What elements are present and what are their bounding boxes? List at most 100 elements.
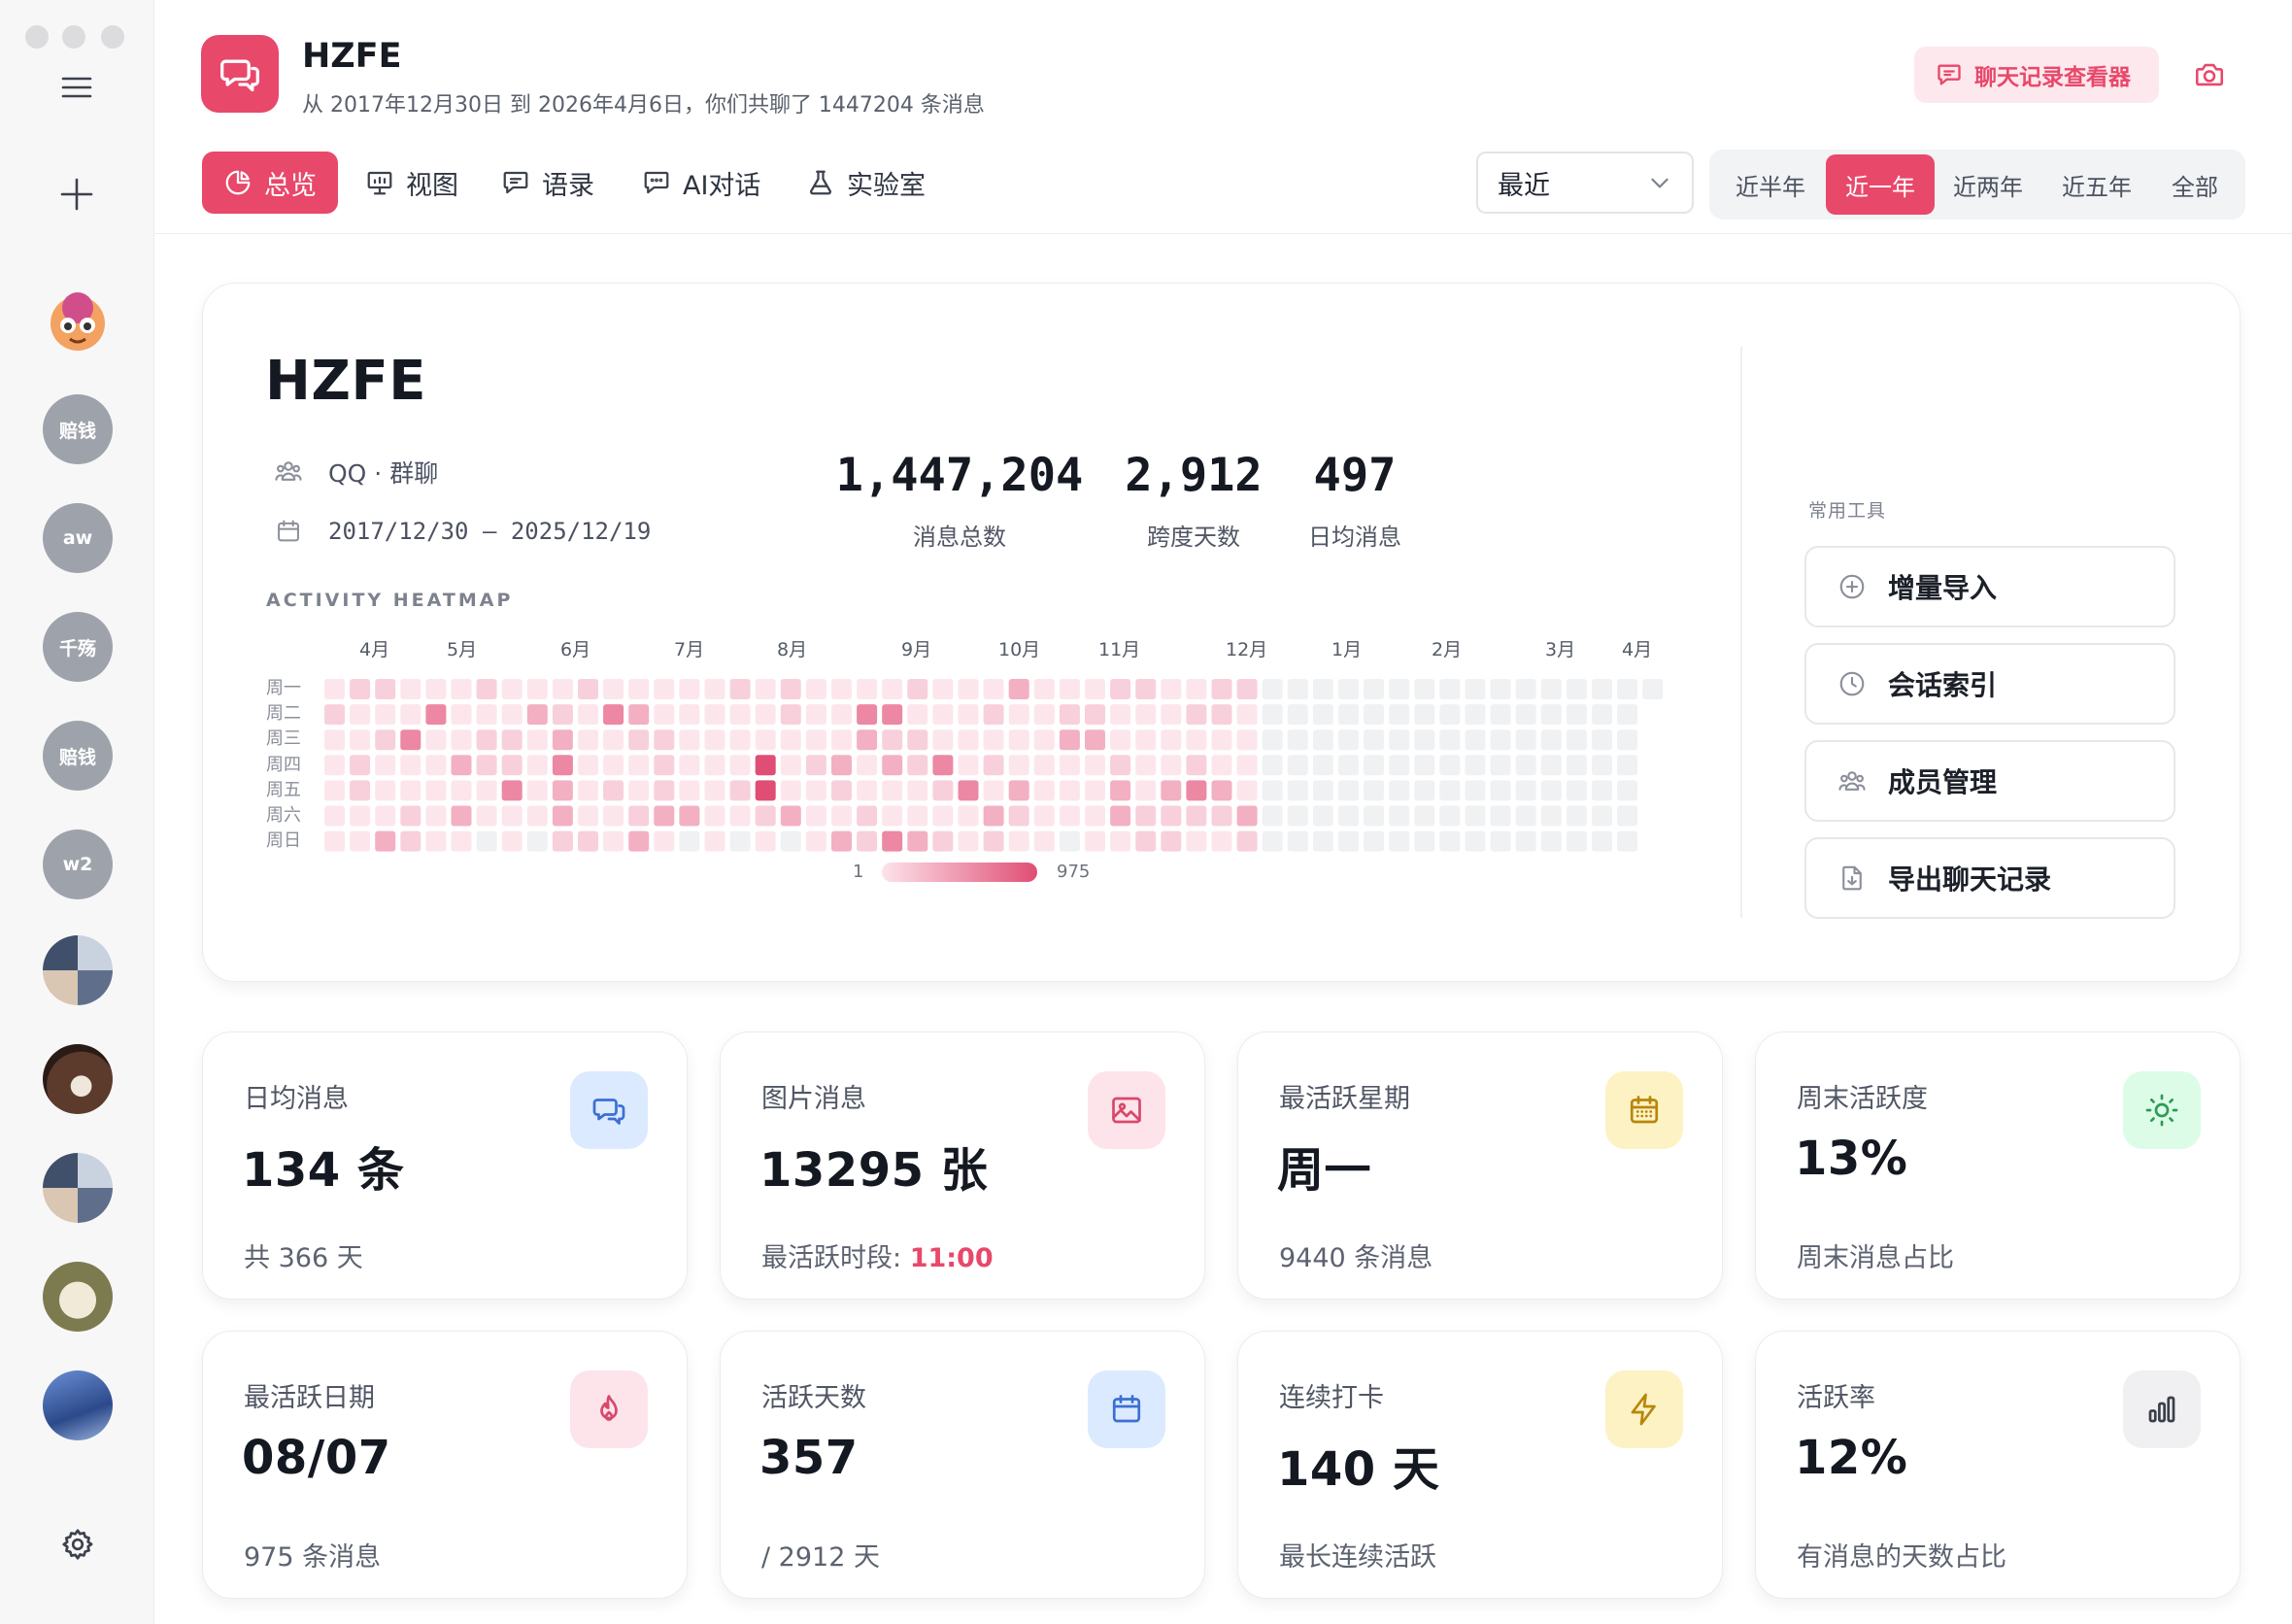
heatmap-cell[interactable] <box>526 830 548 852</box>
heatmap-cell[interactable] <box>526 805 548 827</box>
heatmap-cell[interactable] <box>603 755 624 776</box>
heatmap-cell[interactable] <box>932 679 954 699</box>
heatmap-cell[interactable] <box>983 704 1004 726</box>
heatmap-cell[interactable] <box>1287 755 1308 776</box>
heatmap-cell[interactable] <box>1338 830 1359 852</box>
hamburger-menu-icon[interactable] <box>60 74 93 101</box>
heatmap-cell[interactable] <box>1490 780 1511 801</box>
heatmap-cell[interactable] <box>552 704 573 726</box>
heatmap-cell[interactable] <box>1338 704 1359 726</box>
heatmap-cell[interactable] <box>882 830 903 852</box>
heatmap-cell[interactable] <box>1059 830 1080 852</box>
heatmap-cell[interactable] <box>831 729 852 751</box>
heatmap-cell[interactable] <box>476 729 497 751</box>
heatmap-cell[interactable] <box>704 830 725 852</box>
heatmap-cell[interactable] <box>1262 679 1283 699</box>
heatmap-cell[interactable] <box>1490 830 1511 852</box>
heatmap-cell[interactable] <box>1211 755 1232 776</box>
heatmap-cell[interactable] <box>603 679 624 699</box>
heatmap-cell[interactable] <box>729 704 751 726</box>
heatmap-cell[interactable] <box>679 830 700 852</box>
heatmap-cell[interactable] <box>1414 729 1435 751</box>
heatmap-cell[interactable] <box>1642 679 1664 699</box>
heatmap-cell[interactable] <box>425 780 447 801</box>
heatmap-cell[interactable] <box>501 704 522 726</box>
heatmap-cell[interactable] <box>1312 729 1333 751</box>
heatmap-cell[interactable] <box>755 755 776 776</box>
heatmap-cell[interactable] <box>1566 755 1587 776</box>
heatmap-cell[interactable] <box>1515 679 1536 699</box>
heatmap-cell[interactable] <box>1211 805 1232 827</box>
heatmap-cell[interactable] <box>1236 780 1258 801</box>
heatmap-cell[interactable] <box>932 704 954 726</box>
heatmap-cell[interactable] <box>654 830 675 852</box>
heatmap-cell[interactable] <box>882 805 903 827</box>
heatmap-cell[interactable] <box>350 830 371 852</box>
heatmap-cell[interactable] <box>654 704 675 726</box>
range-segment[interactable]: 近五年 <box>2043 154 2150 215</box>
heatmap-cell[interactable] <box>375 679 396 699</box>
heatmap-cell[interactable] <box>805 780 826 801</box>
heatmap-cell[interactable] <box>704 780 725 801</box>
heatmap-cell[interactable] <box>1110 805 1131 827</box>
heatmap-cell[interactable] <box>1008 780 1029 801</box>
heatmap-cell[interactable] <box>1110 704 1131 726</box>
heatmap-cell[interactable] <box>501 780 522 801</box>
heatmap-cell[interactable] <box>1287 780 1308 801</box>
heatmap-cell[interactable] <box>324 780 345 801</box>
heatmap-cell[interactable] <box>679 780 700 801</box>
heatmap-cell[interactable] <box>1186 704 1207 726</box>
tab-5[interactable]: 实验室 <box>785 152 947 214</box>
heatmap-cell[interactable] <box>983 780 1004 801</box>
heatmap-cell[interactable] <box>552 805 573 827</box>
heatmap-cell[interactable] <box>1186 679 1207 699</box>
heatmap-cell[interactable] <box>578 805 598 827</box>
heatmap-cell[interactable] <box>1389 755 1410 776</box>
heatmap-cell[interactable] <box>654 729 675 751</box>
heatmap-cell[interactable] <box>1439 830 1461 852</box>
heatmap-cell[interactable] <box>1439 704 1461 726</box>
heatmap-cell[interactable] <box>654 679 675 699</box>
heatmap-cell[interactable] <box>425 729 447 751</box>
heatmap-cell[interactable] <box>1008 704 1029 726</box>
heatmap-cell[interactable] <box>578 755 598 776</box>
heatmap-cell[interactable] <box>1439 729 1461 751</box>
heatmap-cell[interactable] <box>1135 830 1157 852</box>
heatmap-cell[interactable] <box>375 729 396 751</box>
heatmap-cell[interactable] <box>679 679 700 699</box>
heatmap-cell[interactable] <box>1540 679 1562 699</box>
heatmap-cell[interactable] <box>1364 755 1385 776</box>
heatmap-cell[interactable] <box>1033 780 1055 801</box>
heatmap-cell[interactable] <box>1414 830 1435 852</box>
heatmap-cell[interactable] <box>578 830 598 852</box>
heatmap-cell[interactable] <box>1059 704 1080 726</box>
heatmap-cell[interactable] <box>932 780 954 801</box>
heatmap-cell[interactable] <box>1490 704 1511 726</box>
heatmap-cell[interactable] <box>907 704 928 726</box>
heatmap-cell[interactable] <box>679 704 700 726</box>
heatmap-cell[interactable] <box>1161 780 1182 801</box>
heatmap-cell[interactable] <box>1540 755 1562 776</box>
heatmap-cell[interactable] <box>603 704 624 726</box>
heatmap-cell[interactable] <box>679 729 700 751</box>
heatmap-cell[interactable] <box>1211 704 1232 726</box>
heatmap-cell[interactable] <box>1135 729 1157 751</box>
heatmap-cell[interactable] <box>958 729 979 751</box>
heatmap-cell[interactable] <box>400 729 421 751</box>
gear-icon[interactable] <box>60 1527 95 1562</box>
heatmap-cell[interactable] <box>729 755 751 776</box>
window-close-button[interactable] <box>25 25 49 49</box>
heatmap-cell[interactable] <box>350 704 371 726</box>
heatmap-cell[interactable] <box>907 830 928 852</box>
heatmap-cell[interactable] <box>1033 729 1055 751</box>
heatmap-cell[interactable] <box>451 755 472 776</box>
heatmap-cell[interactable] <box>1236 755 1258 776</box>
heatmap-cell[interactable] <box>628 780 650 801</box>
heatmap-cell[interactable] <box>882 704 903 726</box>
heatmap-cell[interactable] <box>882 729 903 751</box>
heatmap-cell[interactable] <box>729 780 751 801</box>
heatmap-cell[interactable] <box>1617 780 1638 801</box>
heatmap-cell[interactable] <box>1236 805 1258 827</box>
heatmap-cell[interactable] <box>350 805 371 827</box>
heatmap-cell[interactable] <box>1161 805 1182 827</box>
